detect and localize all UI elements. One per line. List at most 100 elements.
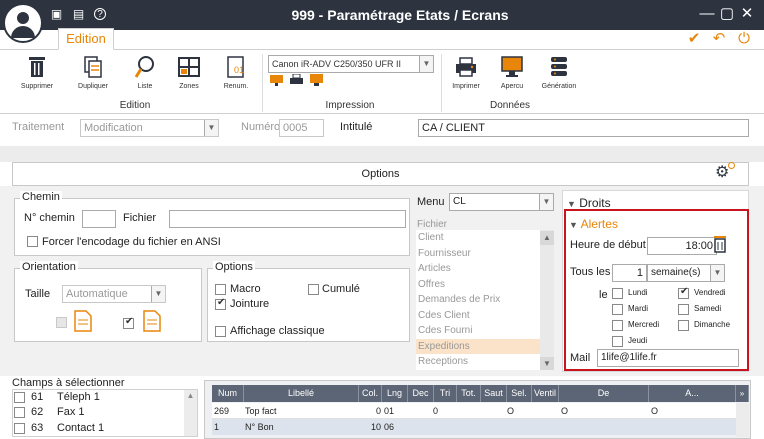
champ-checkbox[interactable] [14, 391, 25, 403]
column-header[interactable]: Dec [408, 385, 434, 402]
checkbox-box[interactable] [678, 303, 689, 315]
tab-edition[interactable]: Edition [58, 28, 114, 50]
checkbox-box[interactable] [14, 391, 25, 403]
table-scrollbar[interactable] [736, 403, 749, 437]
list-item[interactable]: Cdes Fourni [416, 323, 540, 339]
num-chemin-input[interactable] [82, 210, 116, 228]
imprimer-button[interactable]: Imprimer [443, 55, 489, 97]
supprimer-button[interactable]: Supprimer [14, 55, 60, 97]
column-header[interactable]: Num [212, 385, 244, 402]
table-row[interactable] [212, 419, 749, 435]
alertes-header[interactable]: ▼ Alertes [569, 217, 618, 231]
samedi-checkbox[interactable] [678, 303, 689, 315]
checkbox-box[interactable] [612, 319, 623, 331]
landscape-radio[interactable] [123, 316, 134, 329]
dupliquer-button[interactable]: Dupliquer [70, 55, 116, 97]
user-avatar-icon[interactable] [3, 3, 43, 43]
trash-icon[interactable] [712, 235, 728, 253]
list-item[interactable]: Cdes Client [416, 308, 540, 324]
force-encodage-checkbox[interactable] [27, 235, 38, 247]
champ-checkbox[interactable] [14, 406, 25, 418]
scroll-down-icon[interactable]: ▼ [540, 357, 554, 370]
maximize-icon[interactable]: ▢ [718, 5, 736, 23]
column-header[interactable]: Saut [481, 385, 507, 402]
cumule-checkbox[interactable] [308, 283, 319, 295]
checkbox-box[interactable] [612, 303, 623, 315]
intitule-input[interactable]: CA / CLIENT [418, 119, 749, 137]
dimanche-checkbox[interactable] [678, 319, 689, 331]
mardi-checkbox[interactable] [612, 303, 623, 315]
column-header[interactable]: Libellé [244, 385, 359, 402]
zones-button[interactable]: Zones [166, 55, 212, 97]
list-item-selected[interactable]: Expeditions [416, 338, 540, 354]
checkbox-box[interactable] [678, 286, 689, 299]
column-header[interactable]: Col. [359, 385, 382, 402]
screen-icon[interactable]: ▣ [50, 8, 63, 21]
validate-icon[interactable]: ✔ [686, 31, 702, 47]
mercredi-checkbox[interactable] [612, 319, 623, 331]
column-header[interactable]: Sel. [507, 385, 532, 402]
heure-input[interactable]: 18:00 [647, 237, 717, 255]
checkbox-box[interactable] [678, 319, 689, 331]
undo-icon[interactable]: ↶ [711, 31, 727, 47]
screen-preview-small-icon[interactable] [310, 74, 323, 87]
power-icon[interactable]: ⏻ [736, 31, 752, 47]
apercu-button[interactable]: Apercu [489, 55, 535, 97]
column-header[interactable]: Tri [434, 385, 457, 402]
portrait-radio[interactable] [56, 317, 67, 328]
jeudi-checkbox[interactable] [612, 335, 623, 347]
list-item[interactable]: Articles [416, 261, 540, 277]
checkbox-box[interactable] [123, 316, 134, 329]
list-item[interactable]: Demandes de Prix [416, 292, 540, 308]
table-row[interactable] [212, 403, 749, 419]
scroll-up-icon[interactable]: ▲ [184, 390, 197, 402]
checkbox-box[interactable] [612, 335, 623, 347]
checkbox-box[interactable] [308, 283, 319, 295]
jointure-checkbox[interactable] [215, 297, 226, 310]
generation-button[interactable]: Génération [536, 55, 582, 97]
list-item[interactable]: Offres [416, 277, 540, 293]
chevron-down-icon[interactable]: ▼ [710, 265, 724, 281]
fichier-list[interactable]: Client Fournisseur Articles Offres Deman… [416, 230, 540, 370]
column-header[interactable]: Ventil [532, 385, 559, 402]
checkbox-box[interactable] [612, 287, 623, 299]
checkbox-box[interactable] [215, 325, 226, 337]
list-item[interactable]: Client [416, 230, 540, 246]
fichier-list-scrollbar[interactable] [540, 230, 554, 370]
liste-button[interactable]: Liste [122, 55, 168, 97]
chevron-down-icon[interactable]: ▼ [539, 194, 553, 210]
help-icon[interactable]: ? [94, 8, 106, 20]
checkbox-box[interactable] [14, 406, 25, 418]
column-header[interactable]: Tot. [457, 385, 481, 402]
monitor-small-icon[interactable] [270, 74, 283, 87]
column-header[interactable]: A... [649, 385, 736, 402]
printer-small-icon[interactable] [290, 74, 303, 87]
checkbox-box[interactable] [215, 297, 226, 310]
affichage-checkbox[interactable] [215, 325, 226, 337]
document-icon[interactable]: ▤ [72, 8, 85, 21]
list-item[interactable]: Fournisseur [416, 246, 540, 262]
chevron-down-icon[interactable]: ▼ [419, 56, 433, 72]
minimize-icon[interactable]: — [698, 5, 716, 23]
renum-button[interactable]: 01 Renum. [213, 55, 259, 97]
column-header[interactable]: De [559, 385, 649, 402]
vendredi-checkbox[interactable] [678, 286, 689, 299]
list-item[interactable]: Receptions [416, 354, 540, 370]
lundi-checkbox[interactable] [612, 287, 623, 299]
fichier-input[interactable] [169, 210, 406, 228]
tous-les-input[interactable]: 1 [612, 264, 647, 282]
champ-checkbox[interactable] [14, 422, 25, 434]
expand-columns-icon[interactable]: » [736, 385, 749, 402]
droits-header[interactable]: ▼ Droits [567, 196, 611, 210]
macro-checkbox[interactable] [215, 283, 226, 295]
menu-select[interactable]: CL ▼ [449, 193, 554, 211]
scroll-up-icon[interactable]: ▲ [540, 231, 554, 245]
checkbox-box[interactable] [27, 235, 38, 247]
checkbox-box[interactable] [215, 283, 226, 295]
printer-select[interactable]: Canon iR-ADV C250/350 UFR II ▼ [268, 55, 434, 73]
mail-input[interactable]: 1life@1life.fr [597, 349, 739, 367]
unit-select[interactable]: semaine(s) ▼ [647, 264, 725, 282]
checkbox-box[interactable] [14, 422, 25, 434]
close-icon[interactable]: ✕ [738, 5, 756, 23]
column-header[interactable]: Lng [382, 385, 408, 402]
